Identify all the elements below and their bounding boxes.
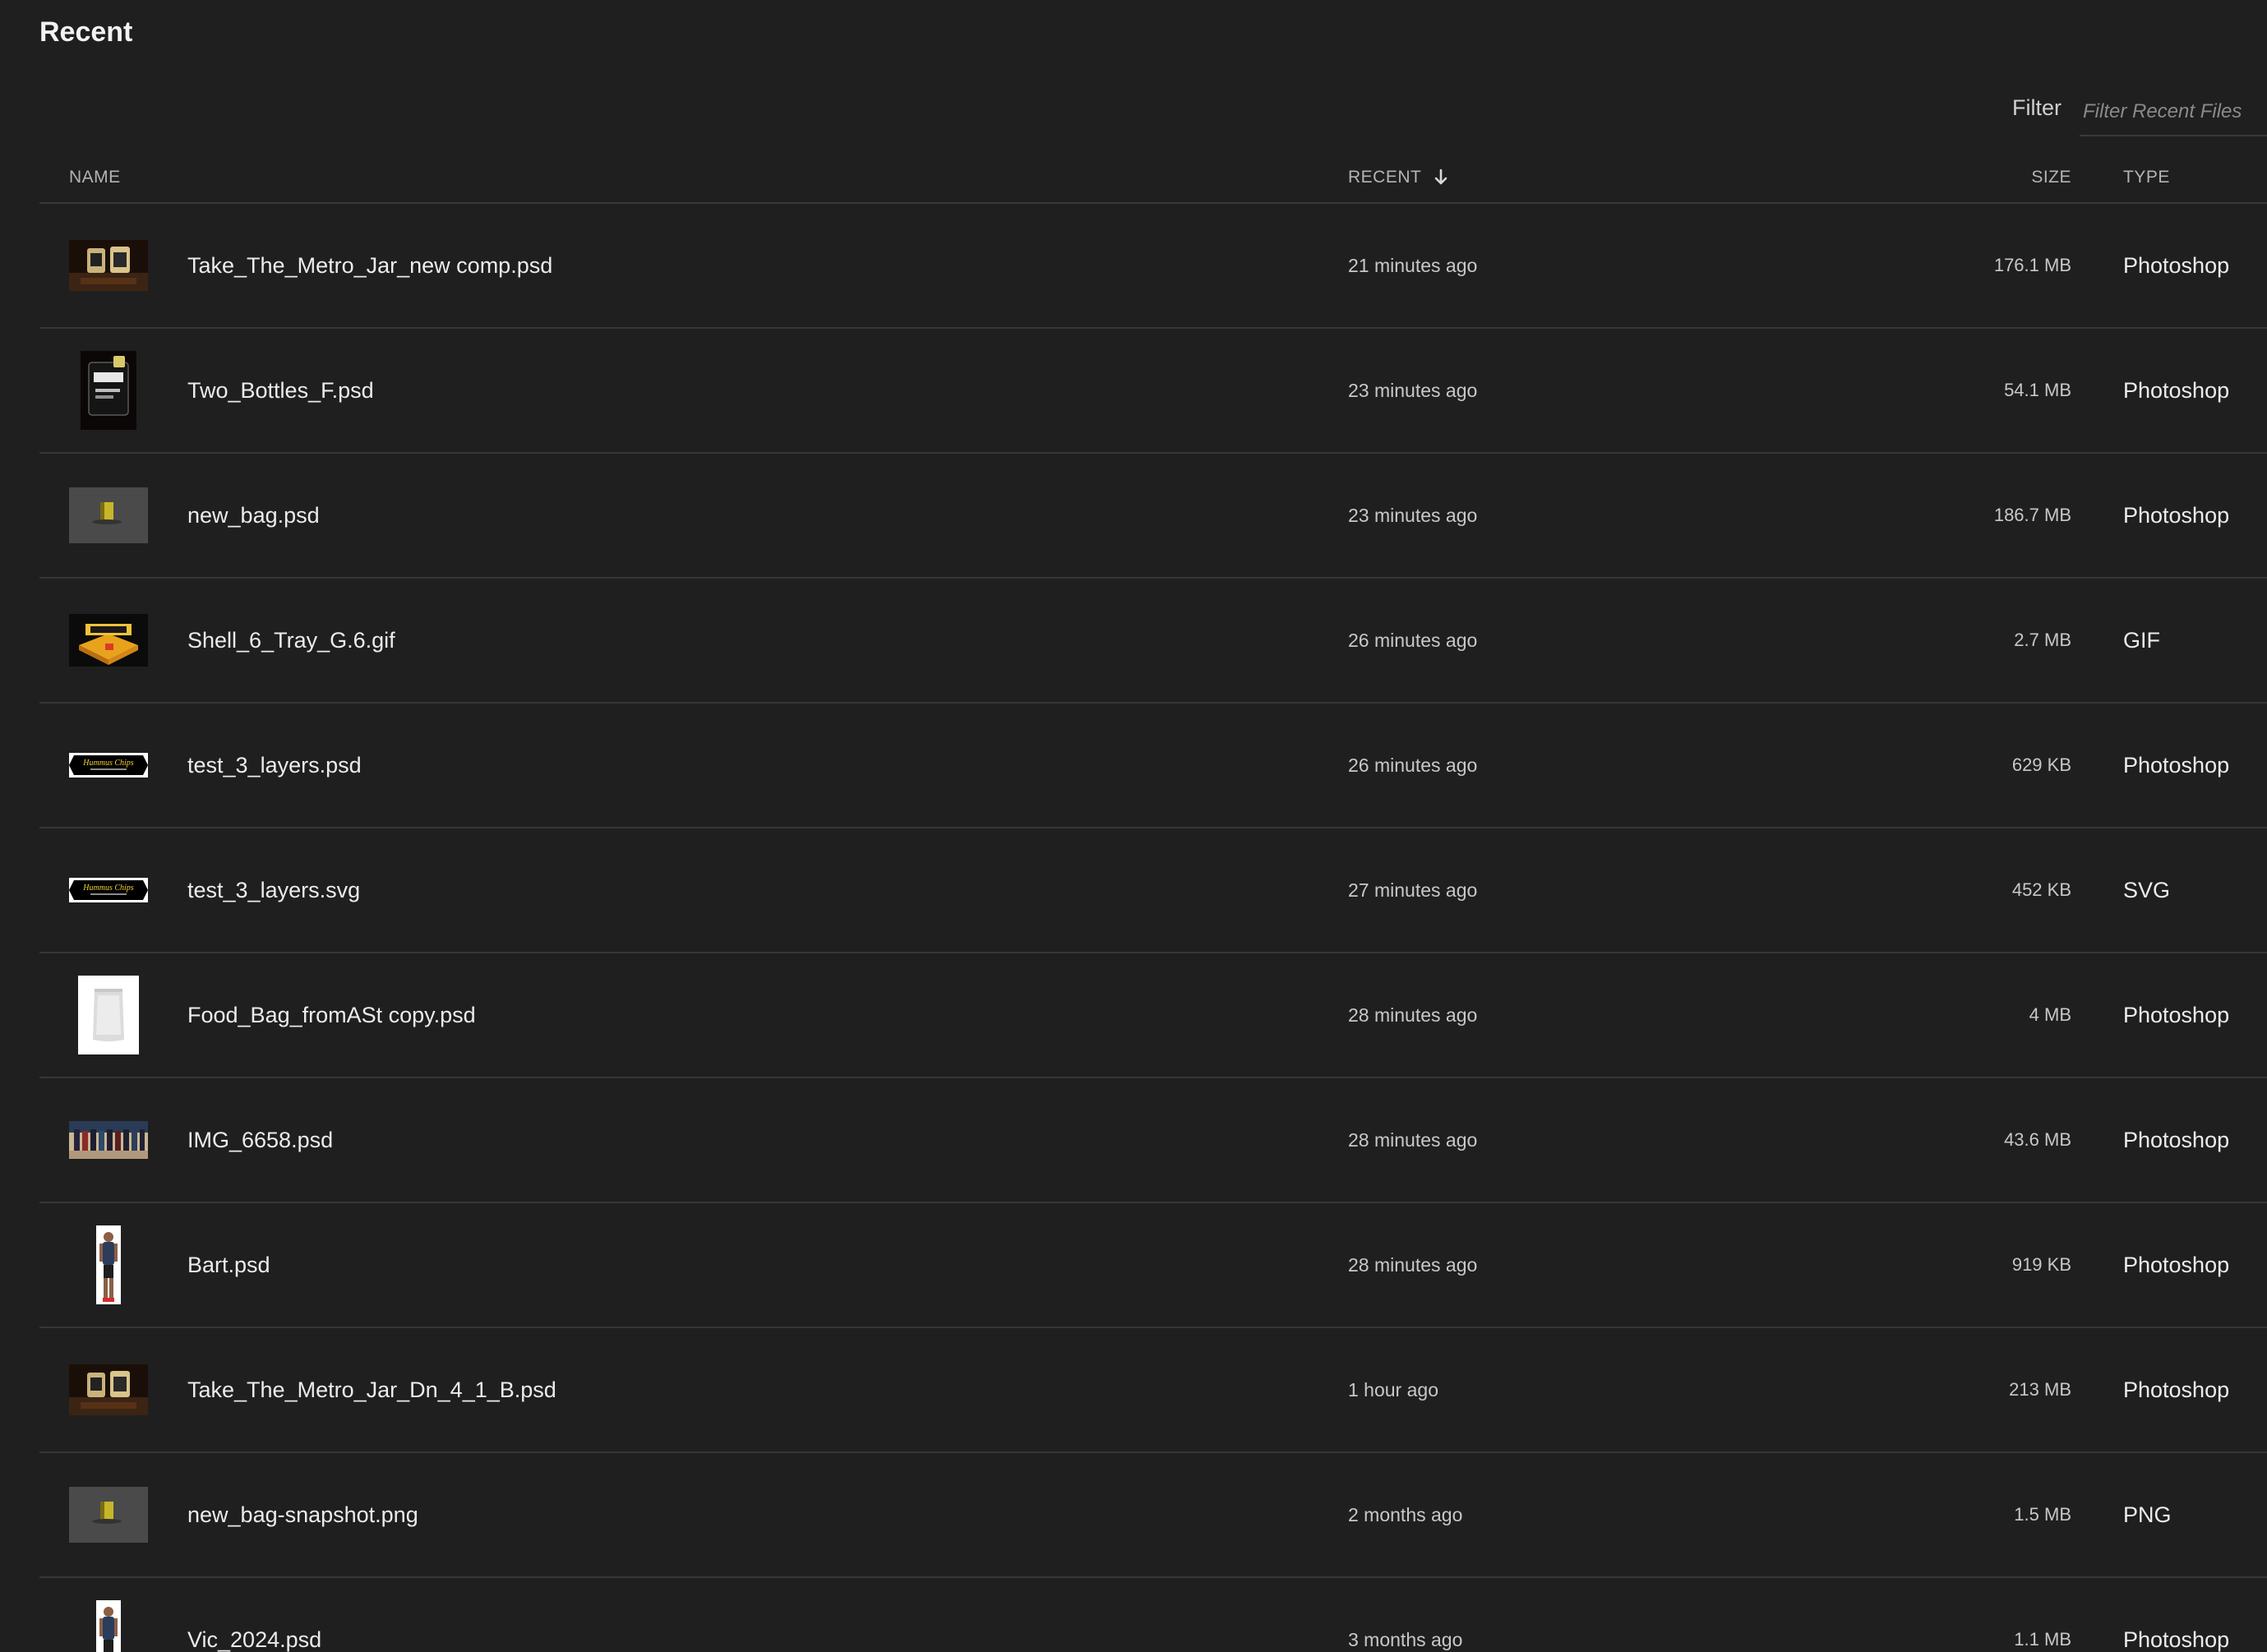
file-size: 43.6 MB	[2004, 1129, 2071, 1150]
table-row[interactable]: Two_Bottles_F.psd 23 minutes ago 54.1 MB Ph…	[39, 329, 2267, 454]
file-size: 629 KB	[2011, 754, 2071, 775]
table-row[interactable]: Food_Bag_fromASt copy.psd 28 minutes ago 4…	[39, 953, 2267, 1078]
svg-text:Hummus Chips: Hummus Chips	[82, 884, 134, 893]
bag-thumbnail	[69, 1475, 148, 1554]
table-row[interactable]: Bart.psd 28 minutes ago 919 KB Photoshop	[39, 1203, 2267, 1328]
table-body: Take_The_Metro_Jar_new comp.psd 21 minute…	[39, 204, 2267, 1652]
table-row[interactable]: new_bag-snapshot.png 2 months ago 1.5 MB PN…	[39, 1453, 2267, 1578]
file-recent: 21 minutes ago	[1348, 254, 1478, 276]
file-recent: 3 months ago	[1348, 1628, 1463, 1650]
table-header: NAME RECENT SIZE TYPE	[39, 155, 2267, 204]
bag-thumbnail	[69, 476, 148, 555]
column-header-type[interactable]: TYPE	[2123, 168, 2170, 187]
file-recent: 2 months ago	[1348, 1503, 1463, 1525]
file-type: SVG	[2123, 877, 2171, 902]
file-type: Photoshop	[2123, 1627, 2230, 1652]
file-type: GIF	[2123, 627, 2160, 653]
table-row[interactable]: new_bag.psd 23 minutes ago 186.7 MB Photosh…	[39, 454, 2267, 579]
file-name: Food_Bag_fromASt copy.psd	[187, 1002, 476, 1027]
group-photo-thumbnail	[69, 1101, 148, 1179]
file-name: new_bag-snapshot.png	[187, 1502, 418, 1527]
file-recent: 28 minutes ago	[1348, 1128, 1478, 1151]
file-name: test_3_layers.psd	[187, 752, 362, 778]
file-type: Photoshop	[2123, 752, 2230, 778]
file-recent: 26 minutes ago	[1348, 754, 1478, 776]
table-row[interactable]: Take_The_Metro_Jar_new comp.psd 21 minute…	[39, 204, 2267, 329]
food-bag-thumbnail	[69, 976, 148, 1054]
recent-files-page: Recent Filter NAME RECENT SIZE TYPE Take…	[0, 0, 2267, 1652]
file-recent: 28 minutes ago	[1348, 1004, 1478, 1026]
metro-jar-thumbnail	[69, 1350, 148, 1429]
file-recent: 26 minutes ago	[1348, 629, 1478, 651]
file-size: 2.7 MB	[2014, 630, 2071, 650]
file-type: Photoshop	[2123, 1377, 2230, 1402]
file-name: new_bag.psd	[187, 502, 320, 528]
file-type: Photoshop	[2123, 252, 2230, 278]
filter-label: Filter	[2012, 95, 2062, 120]
hummus-chips-label-thumbnail: Hummus Chips	[69, 851, 148, 930]
table-row[interactable]: Hummus Chips test_3_layers.svg 27 minutes …	[39, 828, 2267, 953]
file-name: test_3_layers.svg	[187, 877, 361, 902]
svg-text:Hummus Chips: Hummus Chips	[82, 759, 134, 768]
file-size: 176.1 MB	[1993, 255, 2071, 275]
file-name: Bart.psd	[187, 1252, 270, 1277]
file-size: 213 MB	[2009, 1379, 2071, 1400]
filter-recent-files-input[interactable]	[2080, 89, 2267, 136]
file-name: Take_The_Metro_Jar_new comp.psd	[187, 252, 553, 278]
column-header-size[interactable]: SIZE	[2031, 168, 2071, 187]
table-row[interactable]: IMG_6658.psd 28 minutes ago 43.6 MB Photosh…	[39, 1078, 2267, 1203]
file-size: 186.7 MB	[1993, 505, 2071, 525]
page-title: Recent	[39, 16, 133, 48]
file-type: Photoshop	[2123, 1127, 2230, 1152]
column-header-name[interactable]: NAME	[69, 168, 121, 187]
file-size: 919 KB	[2011, 1254, 2071, 1275]
two-bottles-thumbnail	[69, 351, 148, 430]
file-size: 4 MB	[2029, 1004, 2071, 1025]
file-name: Vic_2024.psd	[187, 1627, 322, 1652]
tray-thumbnail	[69, 601, 148, 680]
table-row[interactable]: Hummus Chips test_3_layers.psd 26 minutes …	[39, 704, 2267, 828]
person-thumbnail	[69, 1225, 148, 1304]
table-row[interactable]: Shell_6_Tray_G.6.gif 26 minutes ago 2.7 MB…	[39, 579, 2267, 704]
recent-files-table: NAME RECENT SIZE TYPE Take_The_Metro_Jar…	[39, 155, 2267, 1652]
file-recent: 27 minutes ago	[1348, 879, 1478, 901]
file-type: Photoshop	[2123, 1252, 2230, 1277]
file-name: Take_The_Metro_Jar_Dn_4_1_B.psd	[187, 1377, 556, 1402]
table-row[interactable]: Vic_2024.psd 3 months ago 1.1 MB Photoshop	[39, 1578, 2267, 1652]
file-name: Two_Bottles_F.psd	[187, 377, 374, 403]
file-size: 1.5 MB	[2014, 1504, 2071, 1525]
file-type: Photoshop	[2123, 1002, 2230, 1027]
table-row[interactable]: Take_The_Metro_Jar_Dn_4_1_B.psd 1 hour ag…	[39, 1328, 2267, 1453]
arrow-down-icon	[1435, 168, 1447, 185]
file-size: 452 KB	[2011, 879, 2071, 900]
column-header-recent[interactable]: RECENT	[1348, 168, 1449, 187]
file-name: IMG_6658.psd	[187, 1127, 334, 1152]
hummus-chips-label-thumbnail: Hummus Chips	[69, 726, 148, 805]
file-type: Photoshop	[2123, 377, 2230, 403]
file-size: 54.1 MB	[2004, 380, 2071, 400]
file-recent: 23 minutes ago	[1348, 504, 1478, 526]
file-type: Photoshop	[2123, 502, 2230, 528]
person-thumbnail	[69, 1600, 148, 1652]
column-header-recent-label: RECENT	[1348, 168, 1422, 187]
file-size: 1.1 MB	[2014, 1629, 2071, 1650]
file-recent: 28 minutes ago	[1348, 1253, 1478, 1276]
filter-bar: Filter	[2012, 89, 2267, 136]
metro-jar-thumbnail	[69, 226, 148, 305]
file-recent: 1 hour ago	[1348, 1378, 1438, 1401]
file-name: Shell_6_Tray_G.6.gif	[187, 627, 395, 653]
file-recent: 23 minutes ago	[1348, 379, 1478, 401]
file-type: PNG	[2123, 1502, 2172, 1527]
